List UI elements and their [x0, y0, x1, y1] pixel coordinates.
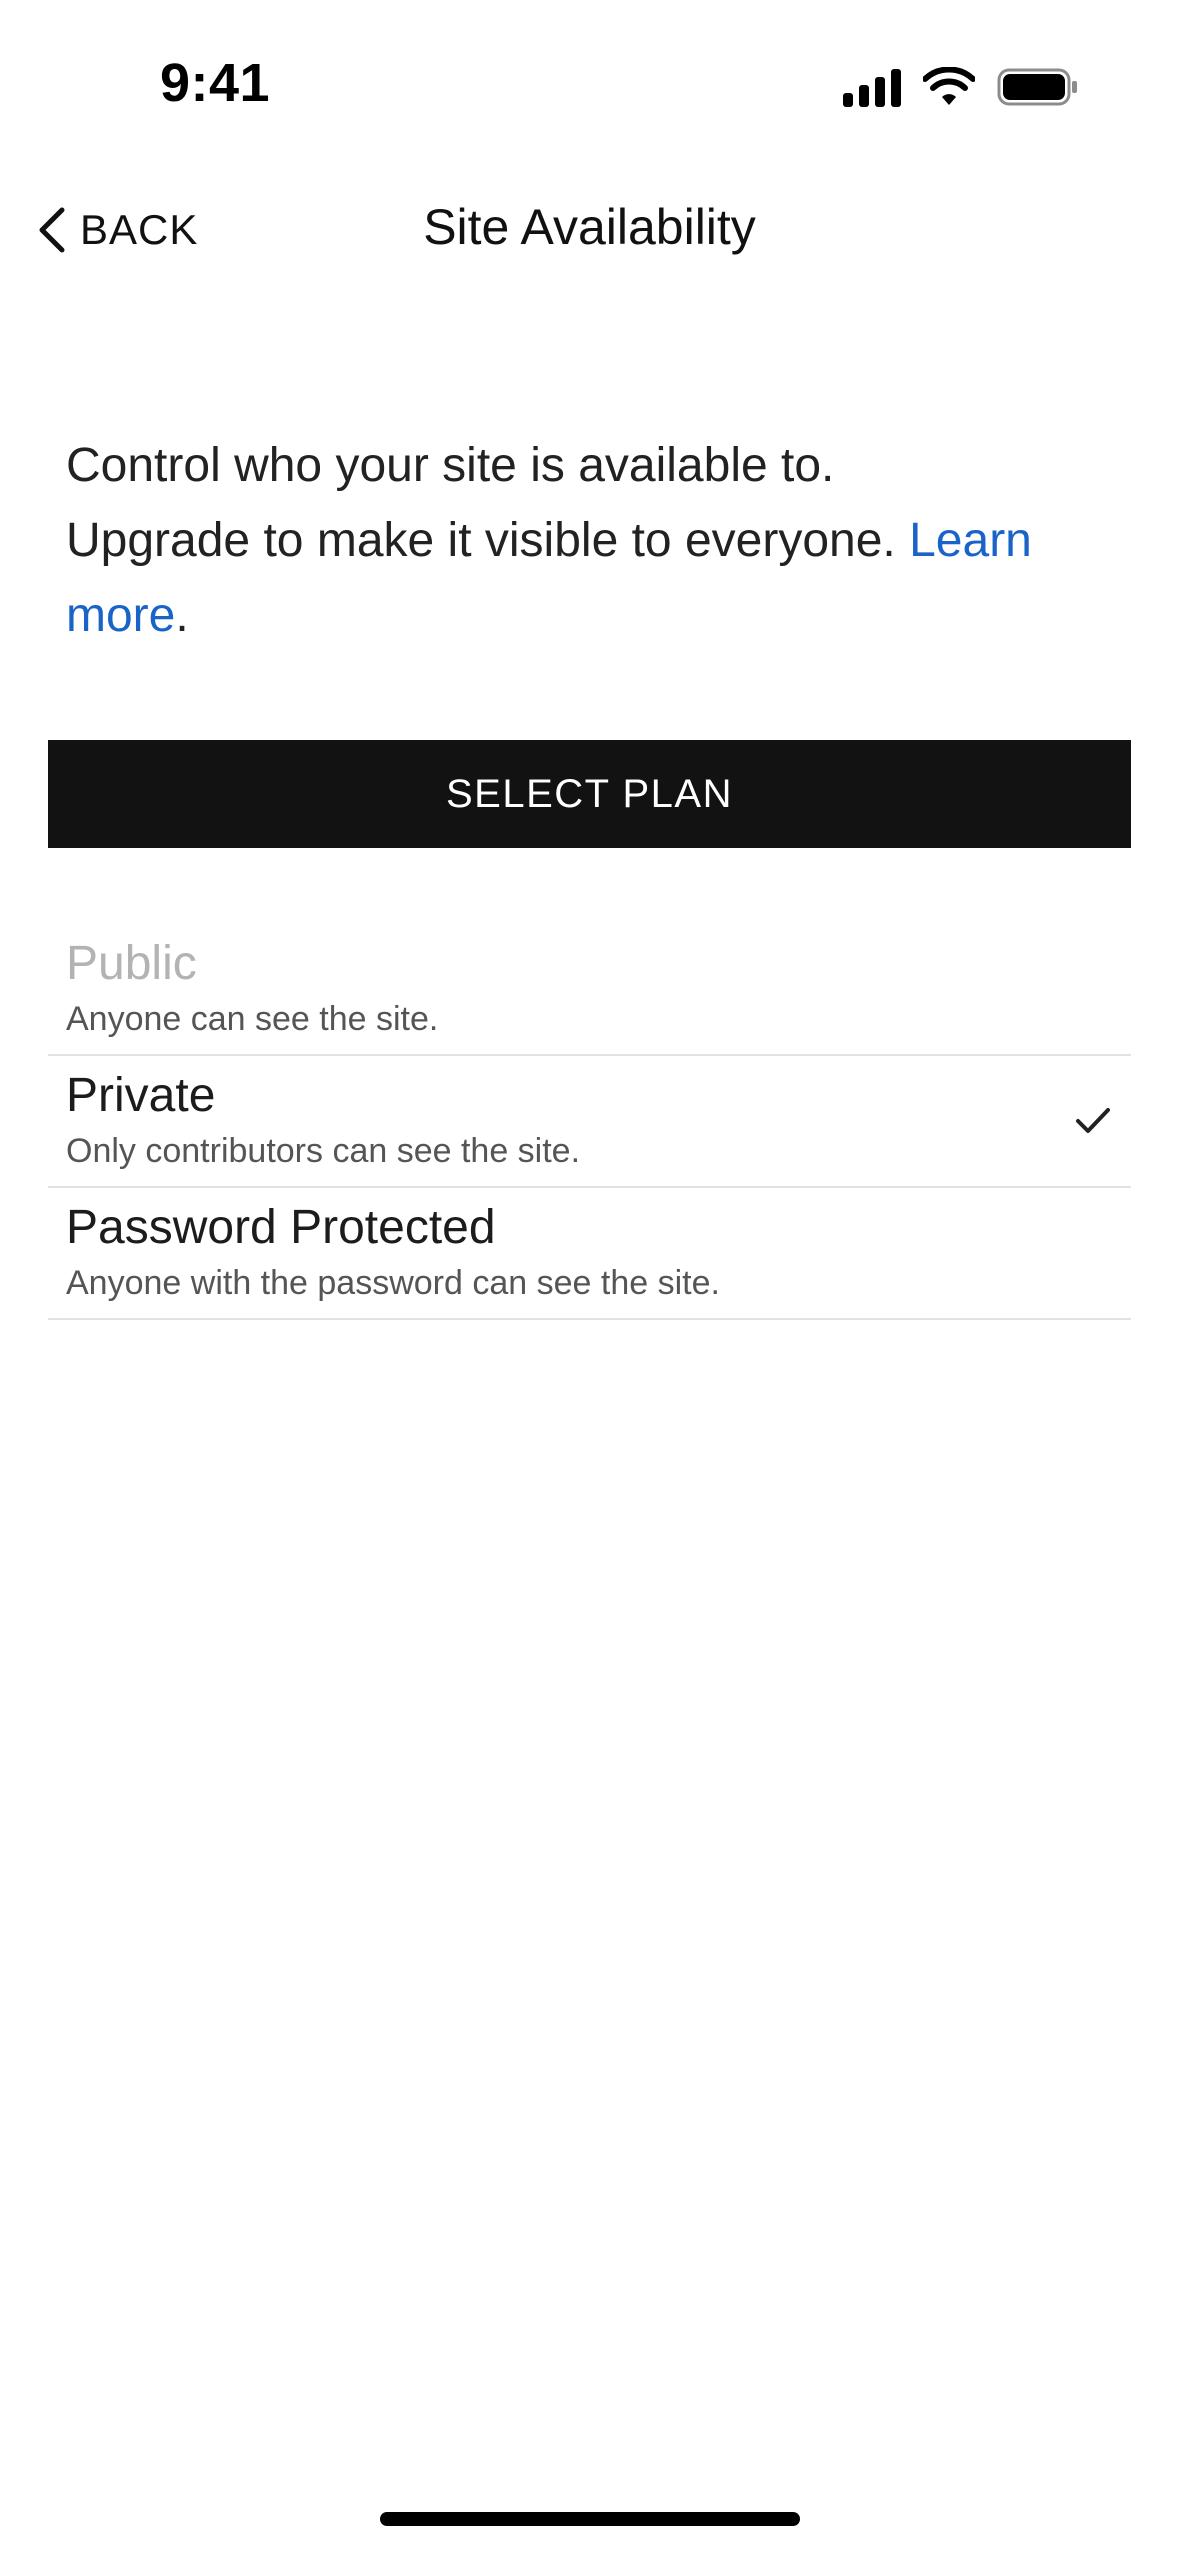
option-title: Password Protected	[66, 1201, 496, 1254]
status-icons	[843, 62, 1079, 112]
checkmark-icon	[1076, 1108, 1110, 1133]
navigation-bar: BACK Site Availability	[0, 180, 1179, 280]
status-time: 9:41	[160, 53, 271, 113]
availability-options: Public Anyone can see the site. Private …	[48, 924, 1131, 1320]
option-title: Public	[66, 937, 197, 990]
battery-icon	[997, 68, 1077, 106]
option-description: Anyone with the password can see the sit…	[66, 1264, 720, 1302]
status-bar: 9:41	[0, 0, 1179, 150]
page-title: Site Availability	[423, 199, 756, 255]
wifi-icon	[923, 67, 975, 105]
description-line-2: Upgrade to make it visible to everyone.	[66, 514, 896, 567]
option-password-protected[interactable]: Password Protected Anyone with the passw…	[48, 1188, 1131, 1320]
option-description: Only contributors can see the site.	[66, 1132, 581, 1170]
option-description: Anyone can see the site.	[66, 1000, 439, 1038]
description-period: .	[175, 589, 189, 642]
select-plan-button[interactable]: SELECT PLAN	[48, 740, 1131, 848]
cellular-signal-icon	[843, 67, 901, 107]
availability-description: Control who your site is available to. U…	[66, 428, 1126, 653]
option-private[interactable]: Private Only contributors can see the si…	[48, 1056, 1131, 1188]
description-line-1: Control who your site is available to.	[66, 439, 835, 492]
option-public[interactable]: Public Anyone can see the site.	[48, 924, 1131, 1056]
home-indicator	[380, 2512, 800, 2526]
option-title: Private	[66, 1069, 216, 1122]
